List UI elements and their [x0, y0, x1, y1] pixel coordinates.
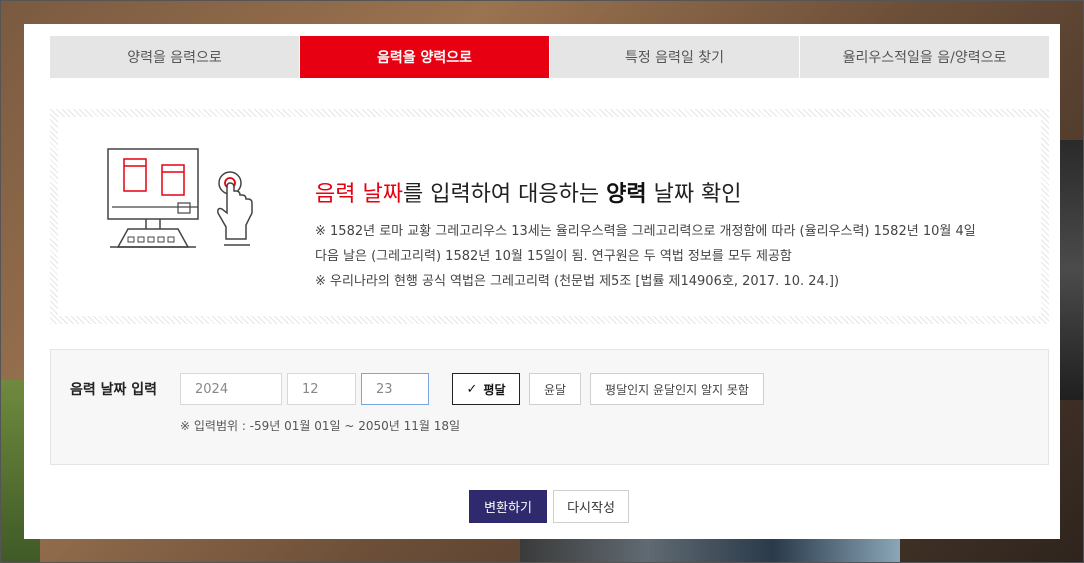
day-input[interactable]	[361, 373, 429, 405]
info-headline: 음력 날짜를 입력하여 대응하는 양력 날짜 확인	[315, 182, 742, 207]
form-label: 음력 날짜 입력	[70, 382, 158, 398]
year-input[interactable]	[180, 373, 282, 405]
note-line: 다음 날은 (그레고리력) 1582년 10월 15일이 됨. 연구원은 두 역…	[315, 249, 792, 264]
reset-button[interactable]: 다시작성	[553, 490, 629, 523]
tab-bar: 양력을 음력으로 음력을 양력으로 특정 음력일 찾기 율리우스적일을 음/양력…	[50, 36, 1049, 78]
tab-find-lunar-day[interactable]: 특정 음력일 찾기	[549, 36, 799, 78]
leap-month-option[interactable]: 윤달	[529, 373, 581, 405]
tab-lunar-to-solar[interactable]: 음력을 양력으로	[299, 36, 549, 78]
info-box: 음력 날짜를 입력하여 대응하는 양력 날짜 확인 ※ 1582년 로마 교황 …	[50, 109, 1049, 324]
computer-touch-icon	[107, 148, 253, 248]
date-input-form: 음력 날짜 입력 ✓평달 윤달 평달인지 윤달인지 알지 못함 ※ 입력범위 :…	[50, 349, 1049, 465]
normal-month-option[interactable]: ✓ 평달	[452, 373, 520, 405]
convert-button[interactable]: 변환하기	[469, 490, 547, 523]
note-line: ※ 우리나라의 현행 공식 역법은 그레고리력 (천문법 제5조 [법률 제14…	[315, 274, 840, 289]
converter-panel: 양력을 음력으로 음력을 양력으로 특정 음력일 찾기 율리우스적일을 음/양력…	[24, 24, 1060, 539]
check-icon: ✓	[466, 381, 478, 397]
info-notes: ※ 1582년 로마 교황 그레고리우스 13세는 율리우스력을 그레고리력으로…	[315, 219, 976, 294]
month-input[interactable]	[287, 373, 356, 405]
tab-julian-day[interactable]: 율리우스적일을 음/양력으로	[799, 36, 1049, 78]
tab-solar-to-lunar[interactable]: 양력을 음력으로	[50, 36, 299, 78]
input-range-note: ※ 입력범위 : -59년 01월 01일 ~ 2050년 11월 18일	[180, 419, 461, 433]
note-line: ※ 1582년 로마 교황 그레고리우스 13세는 율리우스력을 그레고리력으로…	[315, 224, 976, 239]
unknown-month-option[interactable]: 평달인지 윤달인지 알지 못함	[590, 373, 764, 405]
